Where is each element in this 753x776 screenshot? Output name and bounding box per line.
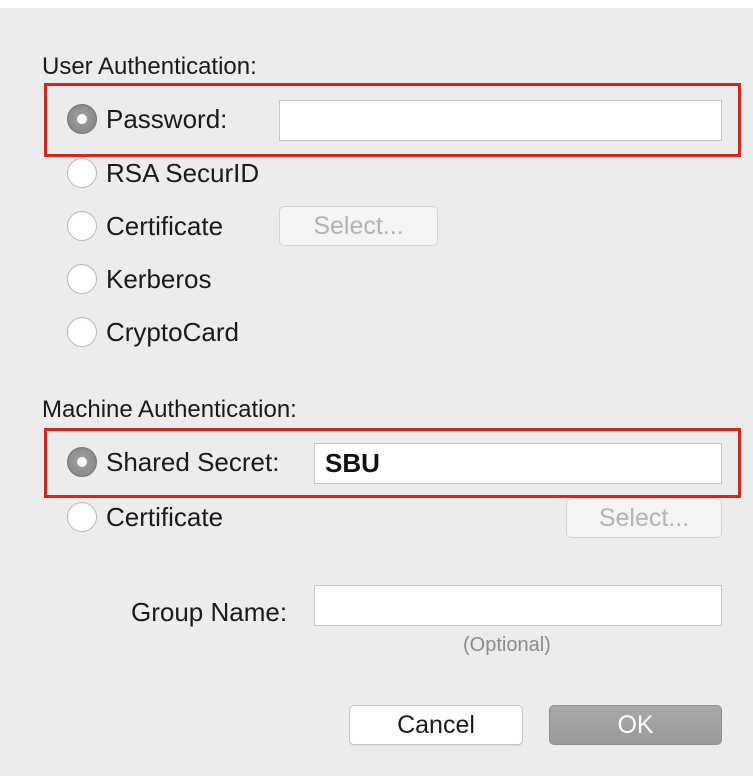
radio-button[interactable]: [67, 317, 97, 347]
radio-label-rsa-securid: RSA SecurID: [106, 157, 260, 188]
cancel-button[interactable]: Cancel: [349, 705, 523, 745]
group-name-label: Group Name:: [131, 597, 288, 627]
radio-machine-certificate[interactable]: Certificate: [67, 497, 223, 537]
ok-button[interactable]: OK: [549, 705, 722, 745]
machine-auth-heading: Machine Authentication:: [42, 396, 297, 423]
group-name-input[interactable]: [314, 585, 722, 626]
shared-secret-input[interactable]: SBU: [314, 443, 722, 484]
radio-label-kerberos: Kerberos: [106, 263, 212, 294]
window-top-edge: [0, 0, 753, 8]
radio-button-selected[interactable]: [67, 104, 97, 134]
user-certificate-select-button[interactable]: Select...: [279, 206, 438, 246]
radio-button[interactable]: [67, 211, 97, 241]
radio-rsa-securid[interactable]: RSA SecurID: [67, 153, 259, 193]
radio-kerberos[interactable]: Kerberos: [67, 259, 212, 299]
radio-user-certificate[interactable]: Certificate: [67, 206, 223, 246]
radio-cryptocard[interactable]: CryptoCard: [67, 312, 239, 352]
radio-dot-icon: [77, 457, 87, 467]
radio-label-machine-certificate: Certificate: [106, 501, 224, 532]
radio-button[interactable]: [67, 502, 97, 532]
radio-label-user-certificate: Certificate: [106, 210, 224, 241]
radio-button[interactable]: [67, 158, 97, 188]
radio-shared-secret[interactable]: Shared Secret:: [67, 442, 279, 482]
radio-button[interactable]: [67, 264, 97, 294]
password-input[interactable]: [279, 100, 722, 141]
user-auth-heading: User Authentication:: [42, 53, 257, 80]
radio-label-cryptocard: CryptoCard: [106, 316, 239, 347]
radio-button-selected[interactable]: [67, 447, 97, 477]
machine-certificate-select-button[interactable]: Select...: [566, 498, 722, 538]
radio-password[interactable]: Password:: [67, 99, 227, 139]
group-name-optional-hint: (Optional): [463, 634, 551, 656]
radio-label-shared-secret: Shared Secret:: [106, 446, 280, 477]
radio-dot-icon: [77, 114, 87, 124]
radio-label-password: Password:: [106, 103, 228, 134]
